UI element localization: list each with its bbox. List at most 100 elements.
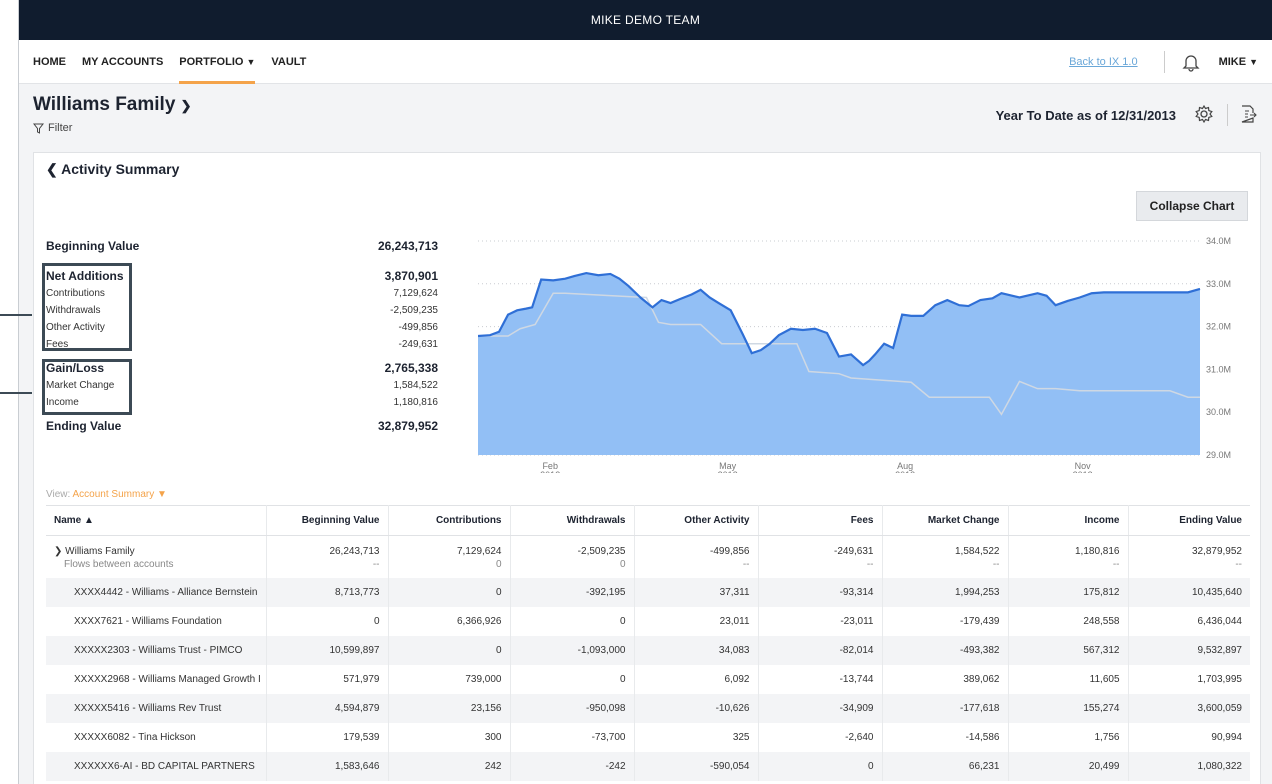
cell: 4,594,879 [266, 693, 389, 723]
nav-divider [1163, 51, 1165, 73]
cell: -242 [510, 751, 635, 781]
cell: -2,640 [758, 722, 883, 752]
cell: -392,195 [510, 577, 635, 607]
col-other-activity[interactable]: Other Activity [634, 505, 759, 536]
period-label: Year To Date as of 12/31/2013 [995, 108, 1176, 123]
accounts-table: Name ▲ Beginning Value Contributions Wit… [46, 505, 1250, 781]
cell: 179,539 [266, 722, 389, 752]
value-area [478, 273, 1200, 455]
cell: 32,879,952 -- [1191, 546, 1242, 570]
cell: -590,054 [634, 751, 759, 781]
account-name-cell: XXXXX2303 - Williams Trust - PIMCO [46, 635, 267, 665]
header-divider [1227, 104, 1228, 126]
cell: 6,366,926 [388, 606, 511, 636]
cell: 20,499 [1008, 751, 1129, 781]
table-header-row: Name ▲ Beginning Value Contributions Wit… [46, 505, 1250, 536]
group-name-cell: ❯ Williams Family Flows between accounts [46, 535, 267, 578]
cell: -499,856 -- [634, 535, 759, 578]
cell: -179,439 [882, 606, 1009, 636]
bell-icon[interactable] [1181, 52, 1201, 72]
nav-home[interactable]: HOME [33, 40, 66, 84]
view-selector[interactable]: View: Account Summary ▼ [46, 489, 167, 500]
account-name-cell: XXXXXX6-AI - BD CAPITAL PARTNERS [46, 751, 267, 781]
group-row[interactable]: ❯ Williams Family Flows between accounts … [46, 535, 1250, 578]
filter-button[interactable]: Filter [33, 122, 72, 134]
col-name[interactable]: Name ▲ [46, 505, 267, 536]
col-ending-value[interactable]: Ending Value [1128, 505, 1250, 536]
cell: 1,584,522 -- [882, 535, 1009, 578]
cell: 34,083 [634, 635, 759, 665]
account-name-cell: XXXXX5416 - Williams Rev Trust [46, 693, 267, 723]
cell: -493,382 [882, 635, 1009, 665]
table-row[interactable]: XXXXX2303 - Williams Trust - PIMCO 10,599… [46, 635, 1250, 665]
export-icon[interactable] [1238, 104, 1258, 124]
account-name-cell: XXXXX6082 - Tina Hickson [46, 722, 267, 752]
cell: 1,994,253 [882, 577, 1009, 607]
y-tick-label: 29.0M [1206, 450, 1231, 460]
cell: 37,311 [634, 577, 759, 607]
sort-asc-icon: ▲ [84, 515, 94, 526]
nav-right: Back to IX 1.0 MIKE ▼ [1069, 40, 1258, 84]
chevron-down-icon[interactable]: ❯ [54, 546, 62, 557]
table-row[interactable]: XXXXX6082 - Tina Hickson 179,539 300 -73,70… [46, 722, 1250, 752]
col-contributions[interactable]: Contributions [388, 505, 511, 536]
cell: -82,014 [758, 635, 883, 665]
cell: 9,532,897 [1128, 635, 1250, 665]
cell: -10,626 [634, 693, 759, 723]
cell: 389,062 [882, 664, 1009, 694]
chevron-down-icon: ▼ [157, 489, 167, 500]
cell: 1,180,816 -- [1008, 535, 1129, 578]
x-tick-year: 2013 [1073, 470, 1093, 473]
cell: 90,994 [1211, 731, 1242, 743]
annotation-line [0, 392, 32, 394]
team-banner: MIKE DEMO TEAM [19, 0, 1272, 40]
table-row[interactable]: XXXXX2968 - Williams Managed Growth I 571… [46, 664, 1250, 694]
table-row[interactable]: XXXX7621 - Williams Foundation 0 6,366,926… [46, 606, 1250, 636]
x-tick-year: 2013 [718, 470, 738, 473]
col-fees[interactable]: Fees [758, 505, 883, 536]
col-market-change[interactable]: Market Change [882, 505, 1009, 536]
family-selector[interactable]: Williams Family ❯ [33, 94, 192, 116]
account-name-cell: XXXX4442 - Williams - Alliance Bernstein [46, 577, 267, 607]
chevron-left-icon: ❮ [46, 161, 58, 177]
cell: -13,744 [758, 664, 883, 694]
col-beginning-value[interactable]: Beginning Value [266, 505, 389, 536]
card-title[interactable]: ❮ Activity Summary [46, 161, 179, 178]
col-withdrawals[interactable]: Withdrawals [510, 505, 635, 536]
table-row[interactable]: XXXXX5416 - Williams Rev Trust 4,594,879 2… [46, 693, 1250, 723]
back-link[interactable]: Back to IX 1.0 [1069, 56, 1137, 68]
nav-portfolio[interactable]: PORTFOLIO ▼ [179, 40, 256, 84]
nav-vault[interactable]: VAULT [271, 40, 306, 84]
cell: 66,231 [882, 751, 1009, 781]
chevron-down-icon: ❯ [180, 98, 192, 113]
cell: -2,509,235 0 [510, 535, 635, 578]
cell: -177,618 [882, 693, 1009, 723]
cell: 6,092 [634, 664, 759, 694]
highlight-gain-loss [42, 359, 132, 415]
cell: 23,156 [388, 693, 511, 723]
table-row[interactable]: XXXX4442 - Williams - Alliance Bernstein… [46, 577, 1250, 607]
cell: -249,631 -- [758, 535, 883, 578]
y-tick-label: 33.0M [1206, 279, 1231, 289]
collapse-chart-button[interactable]: Collapse Chart [1136, 191, 1248, 221]
app-frame: MIKE DEMO TEAM HOME MY ACCOUNTS PORTFOLI… [18, 0, 1272, 784]
nav-my-accounts[interactable]: MY ACCOUNTS [82, 40, 163, 84]
account-name-cell: XXXXX2968 - Williams Managed Growth I [46, 664, 267, 694]
cell: 8,713,773 [266, 577, 389, 607]
cell: -73,700 [510, 722, 635, 752]
table-row[interactable]: XXXXXX6-AI - BD CAPITAL PARTNERS 1,583,64… [46, 751, 1250, 781]
team-name: MIKE DEMO TEAM [590, 13, 701, 27]
cell: 3,600,059 [1128, 693, 1250, 723]
cell: 300 [388, 722, 511, 752]
gear-icon[interactable] [1194, 104, 1214, 124]
cell: 0 [388, 635, 511, 665]
page-header: Williams Family ❯ Filter Year To Date as… [19, 84, 1272, 150]
account-name-cell: XXXX7621 - Williams Foundation [46, 606, 267, 636]
cell: 175,812 [1008, 577, 1129, 607]
y-tick-label: 30.0M [1206, 407, 1231, 417]
cell: -14,586 [882, 722, 1009, 752]
user-menu[interactable]: MIKE ▼ [1219, 56, 1258, 68]
chevron-down-icon: ▼ [246, 56, 256, 67]
y-tick-label: 34.0M [1206, 236, 1231, 246]
col-income[interactable]: Income [1008, 505, 1129, 536]
